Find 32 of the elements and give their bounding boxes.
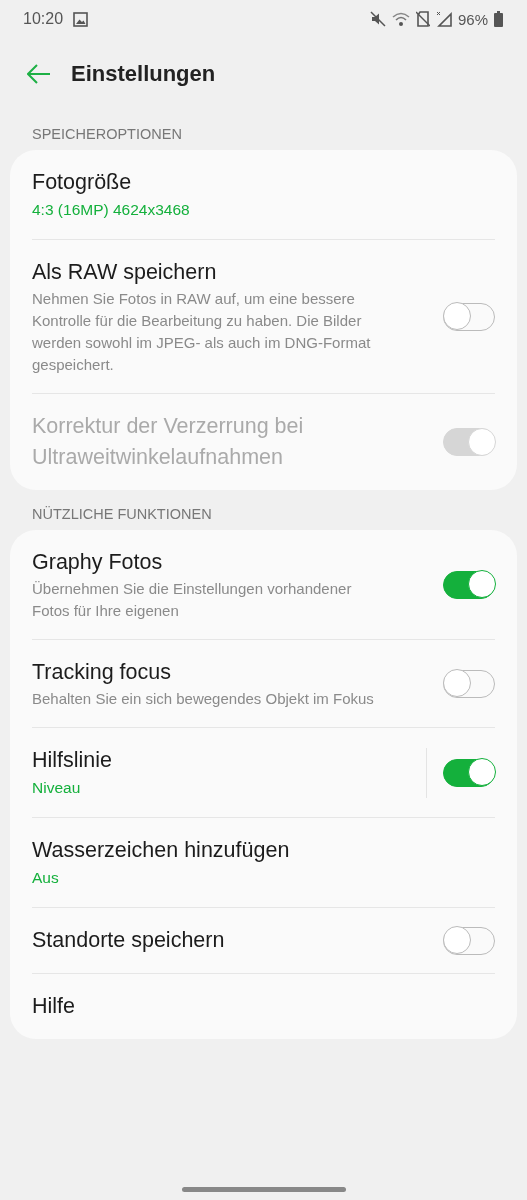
setting-value: 4:3 (16MP) 4624x3468 [32,200,191,220]
image-icon [73,11,89,27]
setting-title[interactable]: Fotogröße [32,167,495,198]
wifi-icon [391,11,410,27]
setting-title[interactable]: Als RAW speichern [32,257,431,288]
setting-title[interactable]: Graphy Fotos [32,547,431,578]
toggle-switch[interactable] [443,669,495,698]
signal-icon [435,11,452,27]
home-indicator[interactable] [181,1187,346,1192]
setting-description: Übernehmen Sie die Einstellungen vorhandener Fotos für Ihre eigenen [32,579,353,621]
setting-title[interactable]: Wasserzeichen hinzufügen [32,835,495,866]
mute-icon [369,11,386,27]
battery-percentage: 96% [457,10,488,28]
toggle-switch[interactable] [443,302,495,331]
setting-description: Nehmen Sie Fotos in RAW auf, um eine bessere Kontrolle für die Bearbeitung zu haben. Die Bilder werden sowohl im JPEG- als auch im DNG-Format gespeichert. [32,289,372,375]
setting-description: Behalten Sie ein sich bewegendes Objekt im Fokus [32,689,375,709]
page-title: Einstellungen [71,61,216,87]
toggle-switch[interactable] [443,926,495,955]
back-icon[interactable] [27,64,51,84]
no-sim-icon [415,11,430,27]
status-time: 10:20 [23,10,64,28]
section-label: SPEICHEROPTIONEN [31,125,183,144]
setting-value: Aus [32,868,60,888]
setting-title[interactable]: Hilfe [32,991,495,1022]
setting-value: Niveau [32,778,82,798]
toggle-switch[interactable] [443,758,495,787]
battery-icon [494,11,503,27]
setting-title[interactable]: Hilfslinie [32,745,414,776]
section-label: NÜTZLICHE FUNKTIONEN [31,505,213,524]
toggle-switch[interactable] [443,570,495,599]
setting-title[interactable]: Tracking focus [32,657,431,688]
setting-title[interactable]: Standorte speichern [32,925,431,956]
